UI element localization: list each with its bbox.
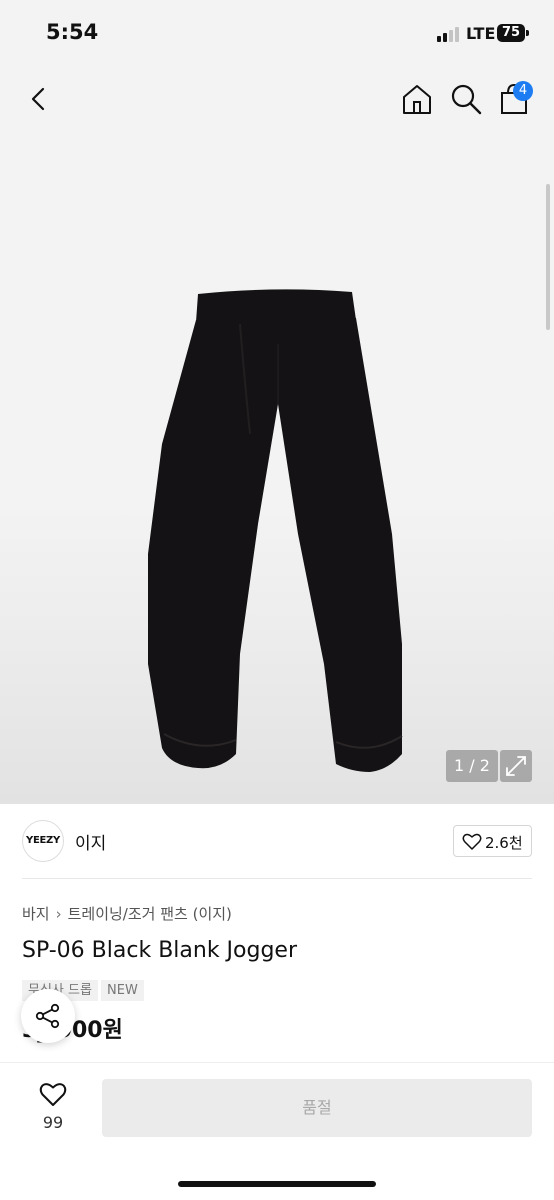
product-image-gallery[interactable] <box>0 66 554 804</box>
cart-count-badge: 4 <box>513 81 533 101</box>
breadcrumb-category[interactable]: 바지 <box>22 905 50 923</box>
share-button[interactable] <box>21 989 75 1043</box>
battery-tip <box>526 30 529 36</box>
expand-icon <box>506 756 526 776</box>
home-indicator <box>178 1181 376 1187</box>
chevron-right-icon: › <box>55 905 62 923</box>
wishlist-button[interactable]: 99 <box>30 1080 76 1136</box>
heart-icon <box>462 833 482 850</box>
fullscreen-button[interactable] <box>500 750 532 782</box>
scroll-indicator[interactable] <box>546 184 550 330</box>
share-icon <box>35 1003 60 1029</box>
product-title: SP-06 Black Blank Jogger <box>22 938 298 963</box>
breadcrumb-subcategory[interactable]: 트레이닝/조거 팬츠 (이지) <box>68 905 232 923</box>
soldout-button[interactable]: 품절 <box>102 1079 532 1137</box>
heart-icon <box>39 1083 67 1106</box>
battery-icon: 75 <box>497 24 525 42</box>
breadcrumb: 바지 › 트레이닝/조거 팬츠 (이지) <box>22 903 232 924</box>
divider <box>22 878 532 879</box>
status-time: 5:54 <box>46 20 99 44</box>
network-label: LTE <box>466 24 496 43</box>
brand-logo[interactable]: YEEZY <box>22 820 64 862</box>
wishlist-count: 99 <box>42 1113 64 1132</box>
home-icon[interactable] <box>400 82 434 116</box>
back-icon[interactable] <box>24 84 54 114</box>
signal-icon <box>437 26 461 42</box>
status-bar: 5:54 LTE 75 <box>0 0 554 66</box>
image-counter: 1 / 2 <box>446 750 498 782</box>
search-icon[interactable] <box>449 82 483 116</box>
tag-new: NEW <box>101 980 144 1001</box>
brand-like-count: 2.6천 <box>485 834 523 852</box>
product-image <box>148 289 403 772</box>
brand-like-button[interactable]: 2.6천 <box>453 825 532 857</box>
brand-name[interactable]: 이지 <box>75 829 106 854</box>
